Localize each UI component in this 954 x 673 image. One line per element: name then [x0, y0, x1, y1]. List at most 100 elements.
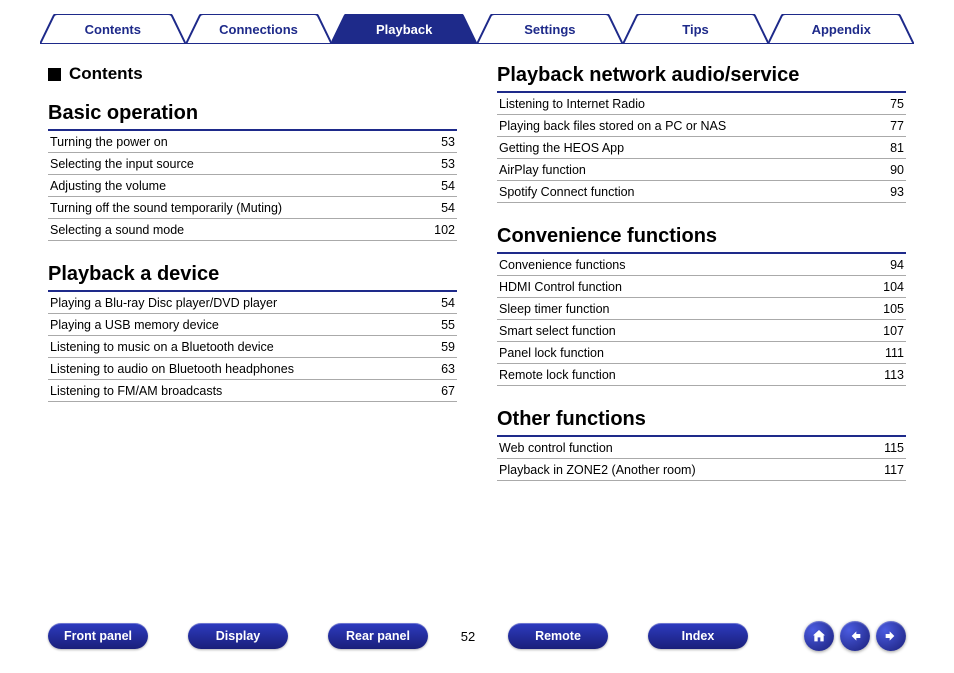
next-page-button[interactable]: [876, 621, 906, 651]
toc-item-title: Web control function: [499, 441, 864, 455]
toc-row[interactable]: Selecting the input source53: [48, 153, 457, 175]
toc-row[interactable]: Adjusting the volume54: [48, 175, 457, 197]
section-title: Basic operation: [48, 102, 457, 131]
section-title: Other functions: [497, 408, 906, 437]
toc-row[interactable]: Web control function115: [497, 437, 906, 459]
toc-row[interactable]: Listening to Internet Radio75: [497, 93, 906, 115]
tab-appendix[interactable]: Appendix: [768, 14, 914, 44]
content-area: Contents Basic operationTurning the powe…: [0, 44, 954, 503]
home-button[interactable]: [804, 621, 834, 651]
toc-item-page: 94: [864, 258, 904, 272]
toc-item-page: 105: [864, 302, 904, 316]
toc-item-page: 81: [864, 141, 904, 155]
toc-item-page: 117: [864, 463, 904, 477]
toc-item-page: 115: [864, 441, 904, 455]
section: Convenience functionsConvenience functio…: [497, 225, 906, 386]
footer-button-front-panel[interactable]: Front panel: [48, 623, 148, 649]
toc-item-title: HDMI Control function: [499, 280, 864, 294]
toc-item-page: 104: [864, 280, 904, 294]
toc-item-title: Listening to audio on Bluetooth headphon…: [50, 362, 415, 376]
section: Playback a devicePlaying a Blu-ray Disc …: [48, 263, 457, 402]
toc-item-title: Selecting the input source: [50, 157, 415, 171]
section: Basic operationTurning the power on53Sel…: [48, 102, 457, 241]
toc-item-title: Playing back files stored on a PC or NAS: [499, 119, 864, 133]
tab-label: Tips: [623, 14, 769, 44]
toc-item-page: 54: [415, 296, 455, 310]
toc-row[interactable]: Turning the power on53: [48, 131, 457, 153]
toc-item-page: 54: [415, 201, 455, 215]
toc-row[interactable]: Listening to audio on Bluetooth headphon…: [48, 358, 457, 380]
toc-item-title: Listening to Internet Radio: [499, 97, 864, 111]
toc-item-title: AirPlay function: [499, 163, 864, 177]
tab-connections[interactable]: Connections: [186, 14, 332, 44]
toc-item-page: 59: [415, 340, 455, 354]
toc-row[interactable]: Panel lock function111: [497, 342, 906, 364]
home-icon: [811, 628, 827, 644]
arrow-right-icon: [883, 628, 899, 644]
contents-heading: Contents: [48, 64, 457, 84]
toc-row[interactable]: Smart select function107: [497, 320, 906, 342]
section-title: Playback a device: [48, 263, 457, 292]
toc-row[interactable]: Spotify Connect function93: [497, 181, 906, 203]
toc-item-title: Playback in ZONE2 (Another room): [499, 463, 864, 477]
toc-row[interactable]: Playing a Blu-ray Disc player/DVD player…: [48, 292, 457, 314]
toc-row[interactable]: HDMI Control function104: [497, 276, 906, 298]
tab-label: Appendix: [768, 14, 914, 44]
arrow-left-icon: [847, 628, 863, 644]
toc-item-title: Panel lock function: [499, 346, 864, 360]
toc-item-title: Convenience functions: [499, 258, 864, 272]
toc-item-page: 53: [415, 157, 455, 171]
toc-row[interactable]: Remote lock function113: [497, 364, 906, 386]
toc-row[interactable]: Listening to FM/AM broadcasts67: [48, 380, 457, 402]
tab-label: Settings: [477, 14, 623, 44]
toc-item-page: 113: [864, 368, 904, 382]
toc-row[interactable]: Playback in ZONE2 (Another room)117: [497, 459, 906, 481]
toc-item-title: Smart select function: [499, 324, 864, 338]
footer-button-index[interactable]: Index: [648, 623, 748, 649]
contents-heading-label: Contents: [69, 64, 143, 84]
toc-item-page: 63: [415, 362, 455, 376]
tab-label: Connections: [186, 14, 332, 44]
section: Playback network audio/serviceListening …: [497, 64, 906, 203]
footer-button-display[interactable]: Display: [188, 623, 288, 649]
toc-row[interactable]: Turning off the sound temporarily (Mutin…: [48, 197, 457, 219]
toc-item-title: Spotify Connect function: [499, 185, 864, 199]
toc-item-title: Playing a USB memory device: [50, 318, 415, 332]
toc-item-title: Getting the HEOS App: [499, 141, 864, 155]
toc-item-page: 102: [415, 223, 455, 237]
toc-item-page: 55: [415, 318, 455, 332]
toc-row[interactable]: Getting the HEOS App81: [497, 137, 906, 159]
toc-row[interactable]: Sleep timer function105: [497, 298, 906, 320]
section: Other functionsWeb control function115Pl…: [497, 408, 906, 481]
left-sections: Basic operationTurning the power on53Sel…: [48, 102, 457, 402]
toc-item-page: 90: [864, 163, 904, 177]
tab-settings[interactable]: Settings: [477, 14, 623, 44]
tab-nav: Contents Connections Playback Settings T…: [0, 0, 954, 44]
toc-row[interactable]: Convenience functions94: [497, 254, 906, 276]
toc-row[interactable]: Playing a USB memory device55: [48, 314, 457, 336]
tab-contents[interactable]: Contents: [40, 14, 186, 44]
prev-page-button[interactable]: [840, 621, 870, 651]
section-title: Convenience functions: [497, 225, 906, 254]
toc-item-title: Listening to music on a Bluetooth device: [50, 340, 415, 354]
footer: Front panelDisplayRear panel 52 RemoteIn…: [0, 621, 954, 651]
toc-row[interactable]: Listening to music on a Bluetooth device…: [48, 336, 457, 358]
right-sections: Playback network audio/serviceListening …: [497, 64, 906, 481]
footer-button-rear-panel[interactable]: Rear panel: [328, 623, 428, 649]
toc-item-page: 75: [864, 97, 904, 111]
tab-label: Playback: [331, 14, 477, 44]
toc-item-page: 54: [415, 179, 455, 193]
toc-item-title: Remote lock function: [499, 368, 864, 382]
toc-item-title: Turning off the sound temporarily (Mutin…: [50, 201, 415, 215]
toc-item-page: 77: [864, 119, 904, 133]
toc-item-page: 67: [415, 384, 455, 398]
tab-tips[interactable]: Tips: [623, 14, 769, 44]
toc-item-page: 107: [864, 324, 904, 338]
toc-row[interactable]: Selecting a sound mode102: [48, 219, 457, 241]
toc-row[interactable]: AirPlay function90: [497, 159, 906, 181]
toc-item-title: Turning the power on: [50, 135, 415, 149]
tab-label: Contents: [40, 14, 186, 44]
footer-button-remote[interactable]: Remote: [508, 623, 608, 649]
tab-playback[interactable]: Playback: [331, 14, 477, 44]
toc-row[interactable]: Playing back files stored on a PC or NAS…: [497, 115, 906, 137]
